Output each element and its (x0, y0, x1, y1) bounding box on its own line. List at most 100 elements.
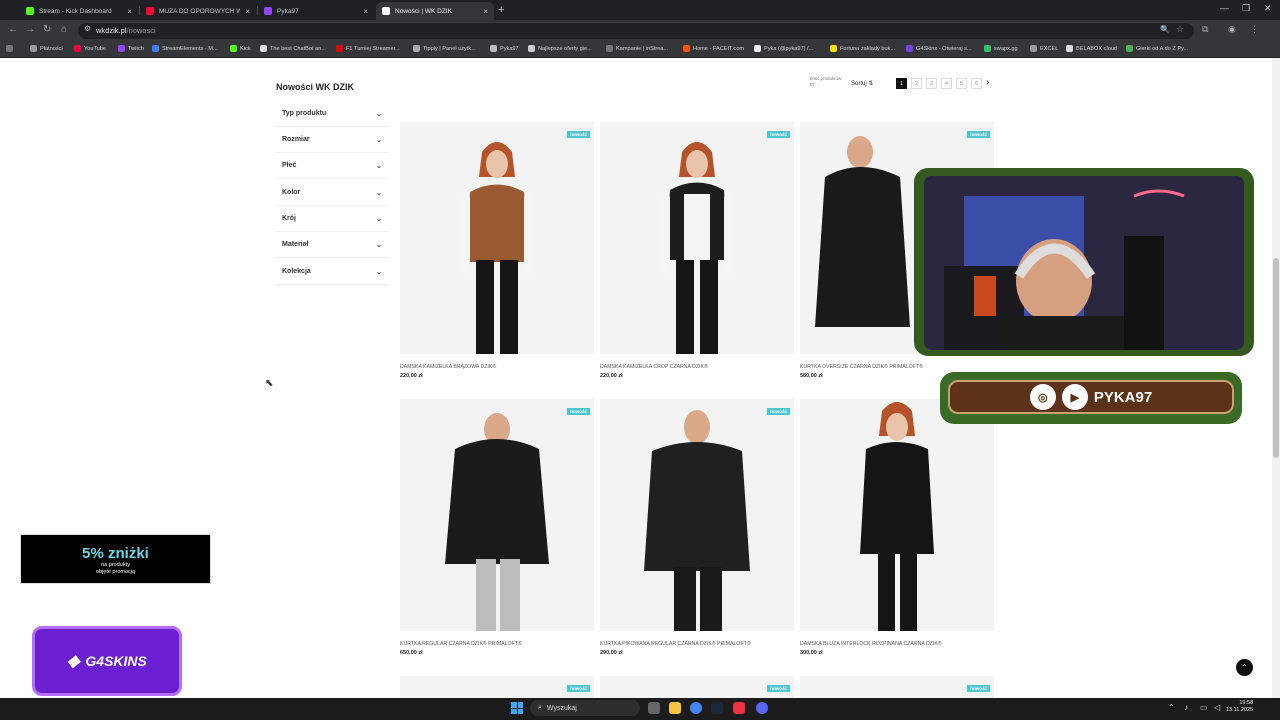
chrome-icon[interactable] (690, 702, 702, 714)
home-icon[interactable]: ⌂ (61, 24, 67, 35)
bookmark-item[interactable]: BELABOX cloud (1066, 45, 1117, 52)
bookmark-item[interactable]: Tipply | Panel użytk... (413, 45, 476, 52)
product-card[interactable]: nowość DAMSKA KAMIZELKA CROP CZARNA DZIK… (600, 122, 794, 379)
new-tab-button[interactable]: + (498, 4, 504, 16)
maximize-icon[interactable]: ❐ (1242, 3, 1250, 14)
next-page-icon[interactable]: › (986, 77, 989, 88)
new-badge: nowość (767, 408, 790, 415)
filter-fit[interactable]: Krój ⌄ (276, 206, 388, 232)
close-icon[interactable]: × (127, 7, 132, 16)
forward-icon[interactable]: → (25, 24, 35, 35)
product-image[interactable]: nowość (600, 399, 794, 631)
product-card[interactable]: nowość KURTKA REGULAR CZARNA DZIK® PRIMA… (400, 399, 594, 656)
taskbar-search[interactable]: ⌕ Wyszukaj (530, 700, 640, 716)
kick-icon (26, 7, 34, 15)
site-info-icon[interactable]: ⚙ (84, 24, 91, 33)
url-text[interactable]: wkdzik.pl/nowosci (96, 26, 156, 35)
back-icon[interactable]: ← (8, 24, 18, 35)
close-icon[interactable]: × (363, 7, 368, 16)
product-image[interactable]: nowość (800, 399, 994, 631)
product-image[interactable]: nowość (600, 676, 794, 698)
bookmark-item[interactable]: EXCEL (1030, 45, 1058, 52)
product-name[interactable]: DAMSKA KAMIZELKA BRĄZOWA DZIK® (400, 364, 594, 370)
promo-banner[interactable]: 5% zniżki na produkty objęte promocją (20, 534, 211, 584)
search-icon: ⌕ (538, 704, 542, 711)
page-number-3[interactable]: 3 (926, 78, 937, 89)
tab-youtube-music[interactable]: MUZA DO OPOROWYCH W... × (140, 2, 256, 20)
taskbar-clock[interactable]: 19:58 13.11.2025 (1226, 700, 1253, 714)
network-icon[interactable]: ▭ (1200, 703, 1208, 712)
bookmark-item[interactable]: Płatności (30, 45, 63, 52)
product-image[interactable]: nowość (800, 676, 994, 698)
steam-icon[interactable] (711, 702, 723, 714)
product-image[interactable]: nowość (400, 399, 594, 631)
mic-icon[interactable]: ♪ (1184, 703, 1188, 712)
product-card[interactable]: nowość (800, 676, 994, 698)
filter-gender[interactable]: Płeć ⌄ (276, 153, 388, 179)
filter-size[interactable]: Rozmiar ⌄ (276, 127, 388, 153)
close-icon[interactable]: × (245, 7, 250, 16)
file-explorer-icon[interactable] (669, 702, 681, 714)
scroll-to-top-button[interactable]: ⌃ (1236, 659, 1253, 676)
app-icon[interactable] (733, 702, 745, 714)
bookmark-item[interactable]: Pyka (@pyka97) /... (754, 45, 813, 52)
reload-icon[interactable]: ↻ (43, 24, 51, 35)
bookmark-item[interactable]: Home - FACEIT.com (683, 45, 744, 52)
bookmark-item[interactable]: Najlepsze oferty gie... (528, 45, 592, 52)
bookmark-item[interactable]: Twitch (118, 45, 144, 52)
bookmark-item[interactable]: Kampanie | inStrea... (606, 45, 668, 52)
menu-icon[interactable]: ⋮ (1250, 24, 1259, 35)
product-image[interactable]: nowość (600, 122, 794, 354)
volume-icon[interactable]: ◁ (1214, 703, 1220, 712)
filter-color[interactable]: Kolor ⌄ (276, 180, 388, 206)
windows-start-icon[interactable] (511, 702, 523, 714)
scroll-thumb[interactable] (1273, 258, 1279, 458)
bookmark-star-icon[interactable]: ☆ (1176, 24, 1184, 35)
tab-wkdzik[interactable]: Nowości | WK DZIK × (376, 2, 494, 20)
task-view-icon[interactable] (648, 702, 660, 714)
close-icon[interactable]: × (483, 7, 488, 16)
bookmark-item[interactable]: swapx.gg (984, 45, 1018, 52)
filter-product-type[interactable]: Typ produktu ⌄ (276, 101, 388, 127)
page-number-2[interactable]: 2 (911, 78, 922, 89)
product-name[interactable]: KURTKA PIKOWANA REGULAR CZARNA DZIK® PRI… (600, 641, 794, 647)
product-card[interactable]: nowość (600, 676, 794, 698)
tray-chevron-icon[interactable]: ⌃ (1168, 703, 1175, 712)
product-name[interactable]: DAMSKA KAMIZELKA CROP CZARNA DZIK® (600, 364, 794, 370)
tab-pyka97[interactable]: Pyka97 × (258, 2, 374, 20)
close-window-icon[interactable]: ✕ (1264, 3, 1272, 14)
product-image[interactable]: nowość (400, 122, 594, 354)
minimize-icon[interactable]: — (1220, 3, 1229, 13)
product-card[interactable]: nowość KURTKA PIKOWANA REGULAR CZARNA DZ… (600, 399, 794, 656)
address-bar[interactable] (78, 23, 1194, 39)
product-card[interactable]: nowość DAMSKA KAMIZELKA BRĄZOWA DZIK® 22… (400, 122, 594, 379)
sort-button[interactable]: Sortuj ⇅ (851, 80, 873, 87)
tab-kick-dashboard[interactable]: Stream - Kick Dashboard × (20, 2, 138, 20)
bookmark-item[interactable]: Kick (230, 45, 251, 52)
product-name[interactable]: KURTKA OVERSIZE CZARNA DZIK® PRIMALOFT® (800, 364, 994, 370)
page-number-4[interactable]: 4 (941, 78, 952, 89)
extensions-icon[interactable]: ⧉ (1202, 24, 1208, 35)
product-image[interactable]: nowość (400, 676, 594, 698)
product-card[interactable]: nowość DAMSKA BLUZA INTERLOCK ROZPINANA … (800, 399, 994, 656)
profile-icon[interactable]: ◉ (1228, 24, 1236, 35)
bookmark-item[interactable]: Pyka97 (490, 45, 519, 52)
bookmark-item[interactable]: StreamElements - M... (152, 45, 218, 52)
bookmark-item[interactable]: The best ChatBot an... (260, 45, 326, 52)
filter-material[interactable]: Materiał ⌄ (276, 232, 388, 258)
bookmark-item[interactable]: Fortuna zakłady buk... (830, 45, 895, 52)
apps-icon[interactable] (6, 45, 13, 52)
product-name[interactable]: DAMSKA BLUZA INTERLOCK ROZPINANA CZARNA … (800, 641, 994, 647)
product-name[interactable]: KURTKA REGULAR CZARNA DZIK® PRIMALOFT® (400, 641, 594, 647)
product-card[interactable]: nowość (400, 676, 594, 698)
bookmark-item[interactable]: F1 Turniej Streamer... (336, 45, 400, 52)
page-number-1[interactable]: 1 (896, 78, 907, 89)
page-number-6[interactable]: 6 (971, 78, 982, 89)
discord-icon[interactable] (756, 702, 768, 714)
bookmark-item[interactable]: YouTube (74, 45, 106, 52)
bookmark-item[interactable]: G4Skins - Otwieraj s... (906, 45, 972, 52)
bookmark-item[interactable]: Gierki od A do Z Py... (1126, 45, 1188, 52)
zoom-icon[interactable]: 🔍 (1160, 25, 1170, 34)
page-number-5[interactable]: 5 (956, 78, 967, 89)
filter-collection[interactable]: Kolekcja ⌄ (276, 259, 388, 285)
